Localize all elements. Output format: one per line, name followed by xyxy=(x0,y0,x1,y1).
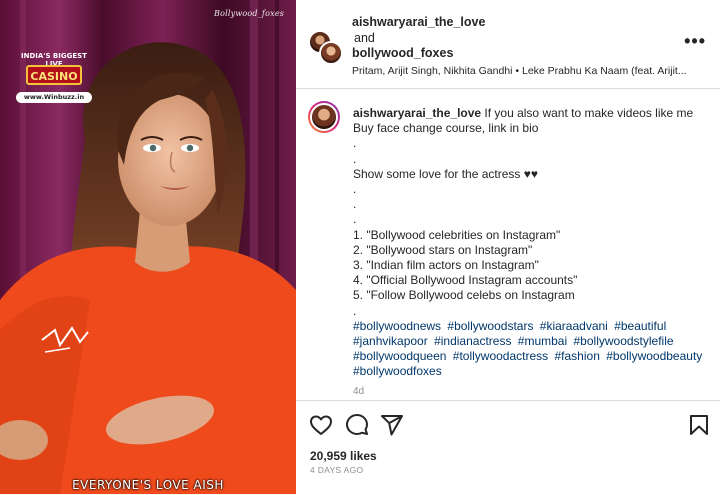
action-bar: 20,959 likes 4 DAYS AGO xyxy=(296,400,720,495)
hashtag-link[interactable]: #kiaraadvani xyxy=(540,319,608,333)
header-username-2[interactable]: bollywood_foxes xyxy=(352,46,453,60)
comment-icon[interactable] xyxy=(345,413,369,437)
collab-avatars[interactable] xyxy=(308,30,343,65)
hashtag-link[interactable]: #indianactress xyxy=(434,334,511,348)
post-header: aishwaryarai_the_love and bollywood_foxe… xyxy=(296,0,720,89)
media-watermark: Bollywood_foxes xyxy=(214,9,285,18)
audio-attribution[interactable]: Pritam, Arijit Singh, Nikhita Gandhi • L… xyxy=(352,65,687,77)
caption-first-line: aishwaryarai_the_love If you also want t… xyxy=(353,106,708,121)
heart-icon[interactable] xyxy=(309,413,333,437)
hashtag-link[interactable]: #fashion xyxy=(555,349,600,363)
caption-line: . xyxy=(353,197,357,212)
hashtag-list: #bollywoodnews #bollywoodstars #kiaraadv… xyxy=(353,319,708,380)
hashtag-link[interactable]: #bollywoodnews xyxy=(353,319,441,333)
caption-line: Buy face change course, link in bio xyxy=(353,121,539,136)
caption-avatar[interactable] xyxy=(308,101,340,133)
hashtag-link[interactable]: #bollywoodstylefile xyxy=(574,334,674,348)
caption-age: 4d xyxy=(353,386,365,397)
caption-line: . xyxy=(353,303,357,318)
bookmark-icon[interactable] xyxy=(687,413,711,437)
hashtag-link[interactable]: #bollywoodbeauty xyxy=(606,349,702,363)
hashtag-link[interactable]: #beautiful xyxy=(614,319,666,333)
caption-line: 3. "Indian film actors on Instagram" xyxy=(353,258,539,273)
caption-line: 5. "Follow Bollywood celebs on Instagram xyxy=(353,288,575,303)
header-username-1[interactable]: aishwaryarai_the_love xyxy=(352,15,485,29)
post-panel: aishwaryarai_the_love and bollywood_foxe… xyxy=(296,0,720,494)
more-options-icon[interactable]: ••• xyxy=(684,32,706,50)
caption-line: . xyxy=(353,182,357,197)
caption-text: aishwaryarai_the_love If you also want t… xyxy=(353,106,708,380)
casino-ad-badge: INDIA'S BIGGEST LIVE CASINO www.Winbuzz.… xyxy=(12,52,96,106)
caption-first-text: If you also want to make videos like me xyxy=(481,106,694,120)
hashtag-link[interactable]: #bollywoodfoxes xyxy=(353,364,442,378)
likes-count[interactable]: 20,959 likes xyxy=(310,449,377,463)
caption-username[interactable]: aishwaryarai_the_love xyxy=(353,106,481,120)
caption-line: 4. "Official Bollywood Instagram account… xyxy=(353,273,578,288)
caption-area: aishwaryarai_the_love If you also want t… xyxy=(296,89,720,399)
ad-casino-text: CASINO xyxy=(26,65,82,85)
post-date: 4 DAYS AGO xyxy=(310,465,364,475)
hashtag-link[interactable]: #tollywoodactress xyxy=(453,349,548,363)
ad-url-text: www.Winbuzz.in xyxy=(16,92,92,103)
avatar xyxy=(310,103,338,131)
hashtag-link[interactable]: #mumbai xyxy=(518,334,567,348)
caption-line: 1. "Bollywood celebrities on Instagram" xyxy=(353,227,561,242)
caption-line: 2. "Bollywood stars on Instagram" xyxy=(353,242,533,257)
media-caption: EVERYONE'S LOVE AISH xyxy=(72,478,224,492)
caption-line: . xyxy=(353,212,357,227)
post-media[interactable]: Bollywood_foxes INDIA'S BIGGEST LIVE CAS… xyxy=(0,0,296,494)
avatar xyxy=(319,41,343,65)
header-and-text: and xyxy=(354,31,375,45)
caption-line: . xyxy=(353,151,357,166)
hashtag-link[interactable]: #janhvikapoor xyxy=(353,334,428,348)
share-icon[interactable] xyxy=(380,413,404,437)
hashtag-link[interactable]: #bollywoodstars xyxy=(447,319,533,333)
caption-line: . xyxy=(353,136,357,151)
hashtag-link[interactable]: #bollywoodqueen xyxy=(353,349,446,363)
caption-line: Show some love for the actress ♥♥ xyxy=(353,166,538,181)
